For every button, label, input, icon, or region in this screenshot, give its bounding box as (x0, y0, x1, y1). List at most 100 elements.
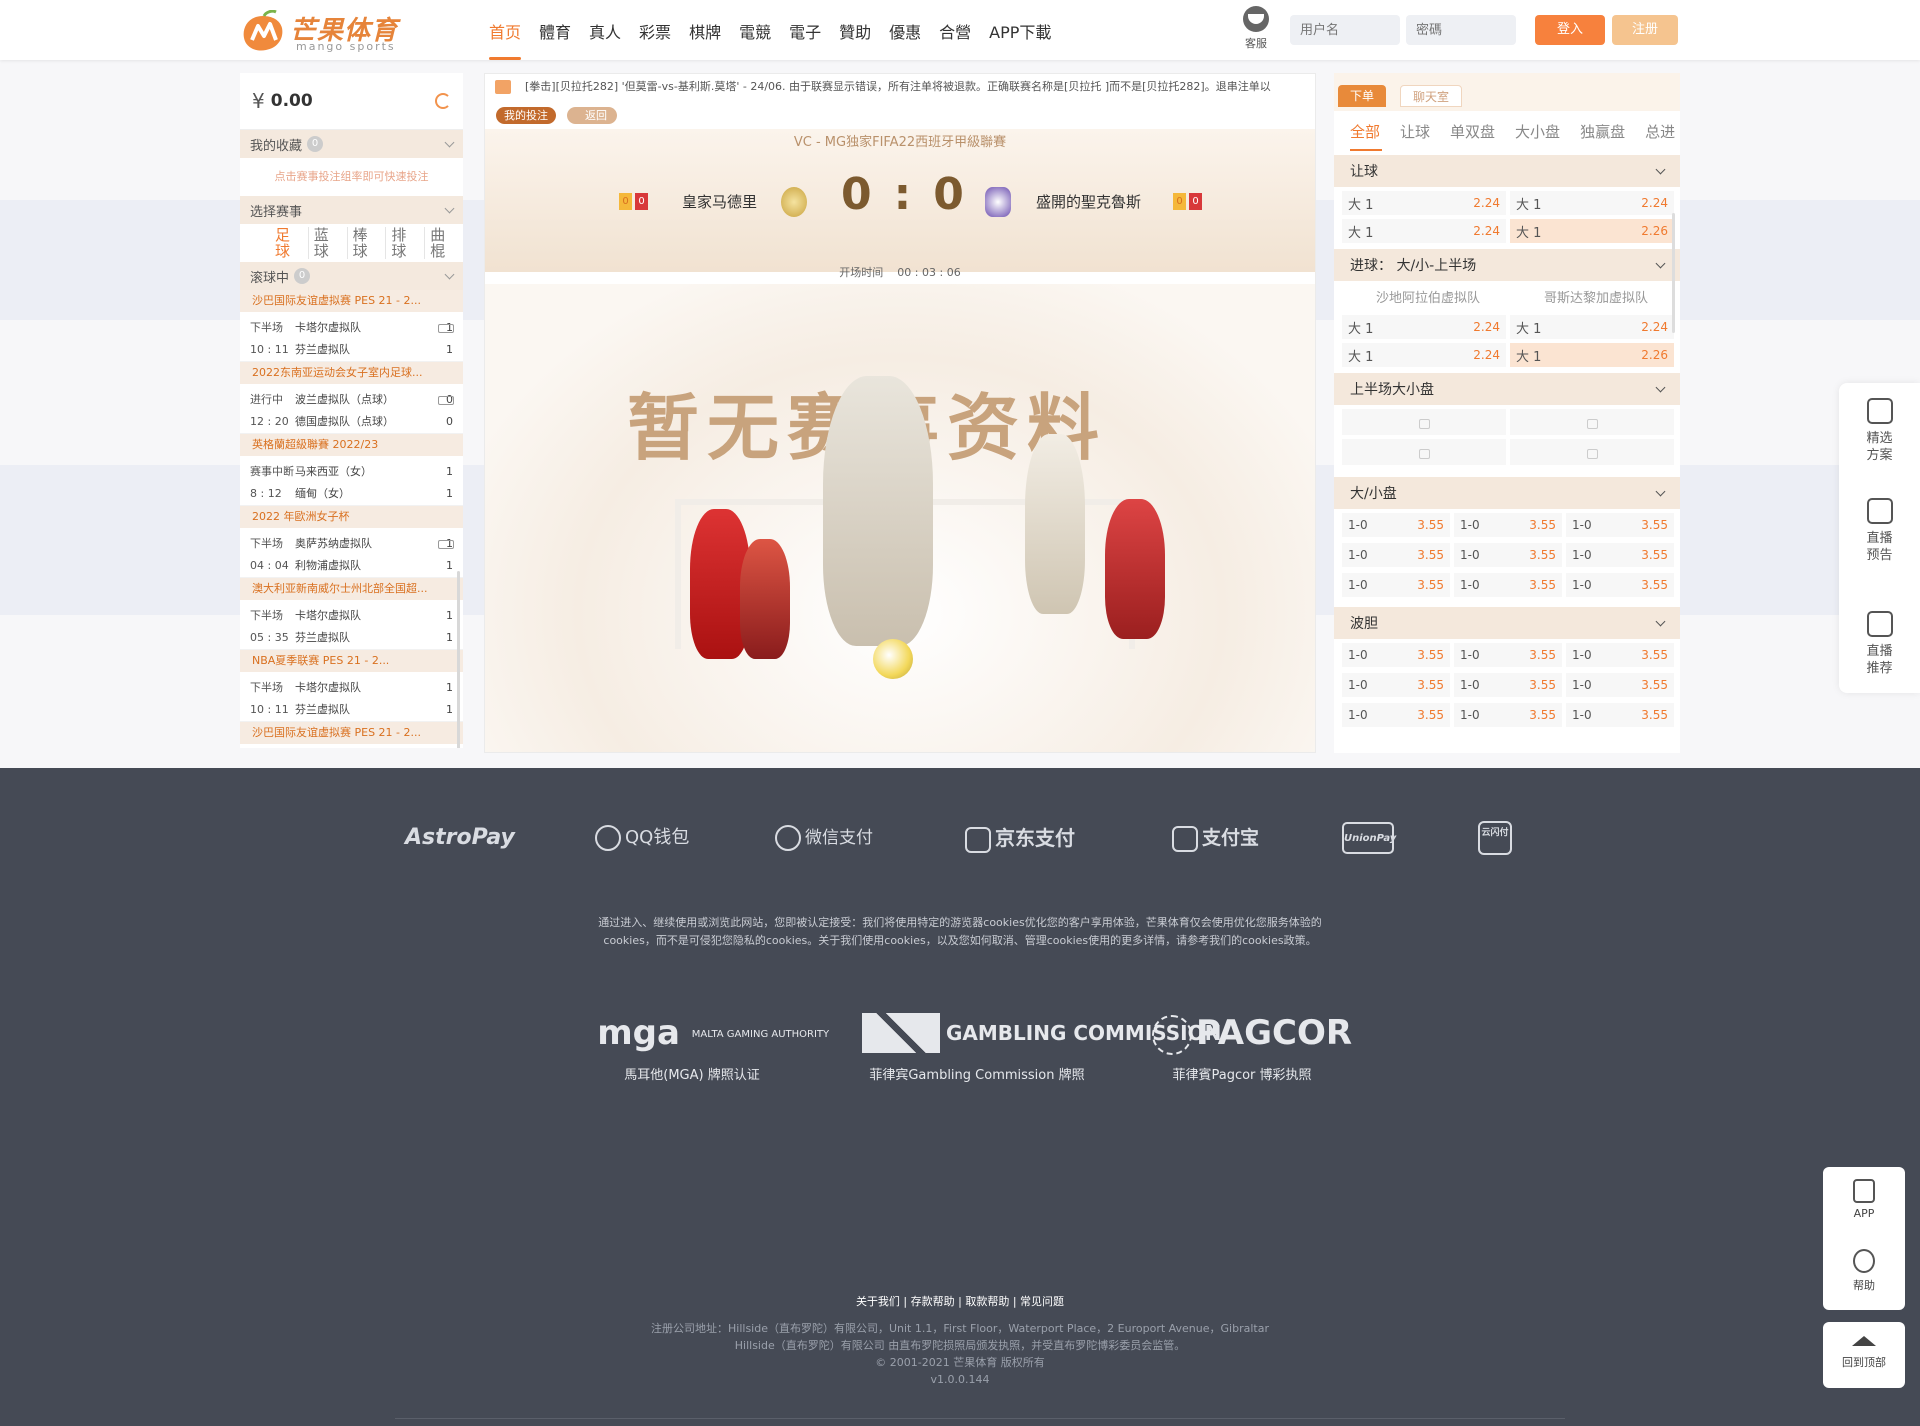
odds-cell[interactable]: 1-0 3.55 (1454, 643, 1562, 667)
side-picks[interactable]: 精选 方案 (1839, 398, 1920, 464)
nav-cards[interactable]: 棋牌 (680, 0, 730, 60)
nav-promotions[interactable]: 優惠 (880, 0, 930, 60)
select-event-header[interactable]: 选择赛事 (240, 196, 463, 224)
league-header[interactable]: 英格蘭超級聯賽 2022/23 (240, 434, 463, 456)
live-match-row[interactable]: 下半场 卡塔尔虚拟队 1 05 : 35 芬兰虚拟队 1 (240, 600, 463, 650)
odds-cell[interactable]: 1-0 3.55 (1566, 543, 1674, 567)
market-half-ou-header[interactable]: 上半场大小盘 (1334, 373, 1680, 405)
select-event-title: 选择赛事 (250, 204, 303, 220)
market-goals-half-header[interactable]: 进球： 大/小-上半场 (1334, 249, 1680, 281)
refresh-icon[interactable] (435, 93, 451, 109)
tab-chatroom[interactable]: 聊天室 (1400, 85, 1463, 107)
live-match-row[interactable]: 下半场 卡塔尔虚拟队 1 10 : 11 芬兰虚拟队 1 (240, 672, 463, 722)
odds-cell[interactable]: 大 1 2.24 (1342, 219, 1506, 243)
odds-cell[interactable]: 1-0 3.55 (1566, 573, 1674, 597)
nav-sports[interactable]: 體育 (530, 0, 580, 60)
away-crest-icon (985, 187, 1011, 217)
sport-tab-hockey[interactable]: 曲棍 (425, 227, 463, 259)
odds-cell[interactable]: 1-0 3.55 (1342, 573, 1450, 597)
league-header[interactable]: 沙巴国际友谊虚拟赛 PES 21 - 2... (240, 290, 463, 312)
odds-cell[interactable]: 大 1 2.26 (1510, 343, 1674, 367)
tab-bet[interactable]: 下单 (1338, 85, 1387, 107)
odds-cell[interactable]: 大 1 2.24 (1510, 191, 1674, 215)
market-correct-score-header[interactable]: 波胆 (1334, 607, 1680, 639)
left-scrollbar[interactable] (457, 571, 460, 748)
home-team: 皇家马德里 (682, 193, 758, 211)
side-live-recommend[interactable]: 直播 推荐 (1839, 611, 1920, 677)
odds-cell[interactable]: 1-0 3.55 (1454, 573, 1562, 597)
odds-cell[interactable]: 1-0 3.55 (1566, 643, 1674, 667)
market-tab-moneyline[interactable]: 独赢盘 (1580, 121, 1625, 142)
market-ou-header[interactable]: 大/小盘 (1334, 477, 1680, 509)
help-button[interactable]: 帮助 (1823, 1249, 1905, 1293)
live-title: 滚球中 (250, 270, 290, 286)
sport-tab-baseball[interactable]: 棒球 (348, 227, 387, 259)
sport-tab-volleyball[interactable]: 排球 (386, 227, 426, 259)
odds-cell[interactable]: 1-0 3.55 (1454, 703, 1562, 727)
chevron-down-icon (1655, 382, 1666, 392)
my-bets-button[interactable]: 我的投注 (496, 107, 556, 124)
live-match-row[interactable]: 下半场 奥萨苏纳虚拟队 1 04 : 04 利物浦虚拟队 1 (240, 528, 463, 578)
live-match-row[interactable]: 赛事中断 马来西亚（女） 1 8 : 12 缅甸（女） 1 (240, 456, 463, 506)
league-header[interactable]: 2022东南亚运动会女子室内足球... (240, 362, 463, 384)
odds-cell[interactable]: 1-0 3.55 (1454, 513, 1562, 537)
odds-label: 大 1 (1348, 225, 1374, 241)
odds-cell[interactable]: 1-0 3.55 (1342, 643, 1450, 667)
live-match-row[interactable]: 下半场 卡塔尔虚拟队 1 10 : 11 芬兰虚拟队 1 (240, 312, 463, 362)
nav-affiliate[interactable]: 合營 (930, 0, 980, 60)
announcement-ticker[interactable]: [拳击][贝拉托282] '但莫雷-vs-基利斯.莫塔' - 24/06. 由于… (485, 74, 1315, 100)
market-tab-odd-even[interactable]: 单双盘 (1450, 121, 1495, 142)
scoreboard: VC - MG独家FIFA22西班牙甲級聯賽 0 0 皇家马德里 0:0 盛開的… (485, 129, 1315, 272)
odds-cell[interactable]: 1-0 3.55 (1566, 703, 1674, 727)
player-figure (740, 539, 790, 659)
nav-esports[interactable]: 電競 (730, 0, 780, 60)
live-match-row[interactable]: 进行中 波兰虚拟队（点球） 0 12 : 20 德国虚拟队（点球） 0 (240, 384, 463, 434)
odds-cell[interactable]: 大 1 2.24 (1342, 343, 1506, 367)
odds-cell[interactable]: 1-0 3.55 (1342, 513, 1450, 537)
app-button[interactable]: APP (1823, 1179, 1905, 1220)
odds-cell[interactable]: 1-0 3.55 (1342, 703, 1450, 727)
sport-tab-basketball[interactable]: 蓝球 (309, 227, 348, 259)
nav-home[interactable]: 首页 (480, 0, 530, 60)
odds-cell[interactable]: 大 1 2.26 (1510, 219, 1674, 243)
odds-cell[interactable]: 大 1 2.24 (1510, 315, 1674, 339)
username-input[interactable] (1290, 15, 1400, 45)
market-tab-total[interactable]: 总进 (1645, 121, 1675, 142)
nav-sponsor[interactable]: 贊助 (830, 0, 880, 60)
market-tab-over-under[interactable]: 大小盘 (1515, 121, 1560, 142)
side-live-preview[interactable]: 直播 预告 (1839, 498, 1920, 564)
odds-cell[interactable]: 1-0 3.55 (1342, 543, 1450, 567)
odds-cell[interactable]: 1-0 3.55 (1342, 673, 1450, 697)
league-header[interactable]: 澳大利亚新南威尔士州北部全国超... (240, 578, 463, 600)
market-handicap-header[interactable]: 让球 (1334, 155, 1680, 187)
nav-app-download[interactable]: APP下載 (980, 0, 1060, 60)
odds-value: 3.55 (1529, 678, 1556, 692)
customer-service[interactable]: 客服 (1238, 6, 1274, 51)
login-button[interactable]: 登入 (1535, 15, 1605, 45)
market-tab-all[interactable]: 全部 (1350, 121, 1380, 142)
footer-links[interactable]: 关于我们 | 存款帮助 | 取款帮助 | 常见问题 (0, 1293, 1920, 1309)
odds-cell[interactable]: 1-0 3.55 (1566, 513, 1674, 537)
password-input[interactable] (1406, 15, 1516, 45)
odds-cell[interactable]: 大 1 2.24 (1342, 315, 1506, 339)
register-button[interactable]: 注册 (1612, 15, 1678, 45)
odds-cell[interactable]: 1-0 3.55 (1454, 543, 1562, 567)
nav-live-casino[interactable]: 真人 (580, 0, 630, 60)
league-header[interactable]: 2022 年歐洲女子杯 (240, 506, 463, 528)
nav-lottery[interactable]: 彩票 (630, 0, 680, 60)
brand-logo[interactable]: 芒果体育 mango sports (240, 8, 415, 54)
favorites-header[interactable]: 我的收藏 0 (240, 130, 463, 158)
market-tab-handicap[interactable]: 让球 (1400, 121, 1430, 142)
back-button[interactable]: 返回 (567, 107, 617, 124)
live-header[interactable]: 滚球中 0 (240, 262, 463, 290)
odds-cell[interactable]: 1-0 3.55 (1566, 673, 1674, 697)
odds-cell[interactable]: 大 1 2.24 (1342, 191, 1506, 215)
nav-slots[interactable]: 電子 (780, 0, 830, 60)
league-header[interactable]: 沙巴国际友谊虚拟赛 PES 21 - 2... (240, 722, 463, 744)
league-header[interactable]: NBA夏季联赛 PES 21 - 2... (240, 650, 463, 672)
back-to-top-button[interactable]: 回到顶部 (1823, 1336, 1905, 1370)
odds-cell[interactable]: 1-0 3.55 (1454, 673, 1562, 697)
odds-label: 1-0 (1460, 678, 1480, 692)
sport-tab-football[interactable]: 足球 (270, 227, 309, 259)
right-scrollbar[interactable] (1672, 213, 1675, 333)
